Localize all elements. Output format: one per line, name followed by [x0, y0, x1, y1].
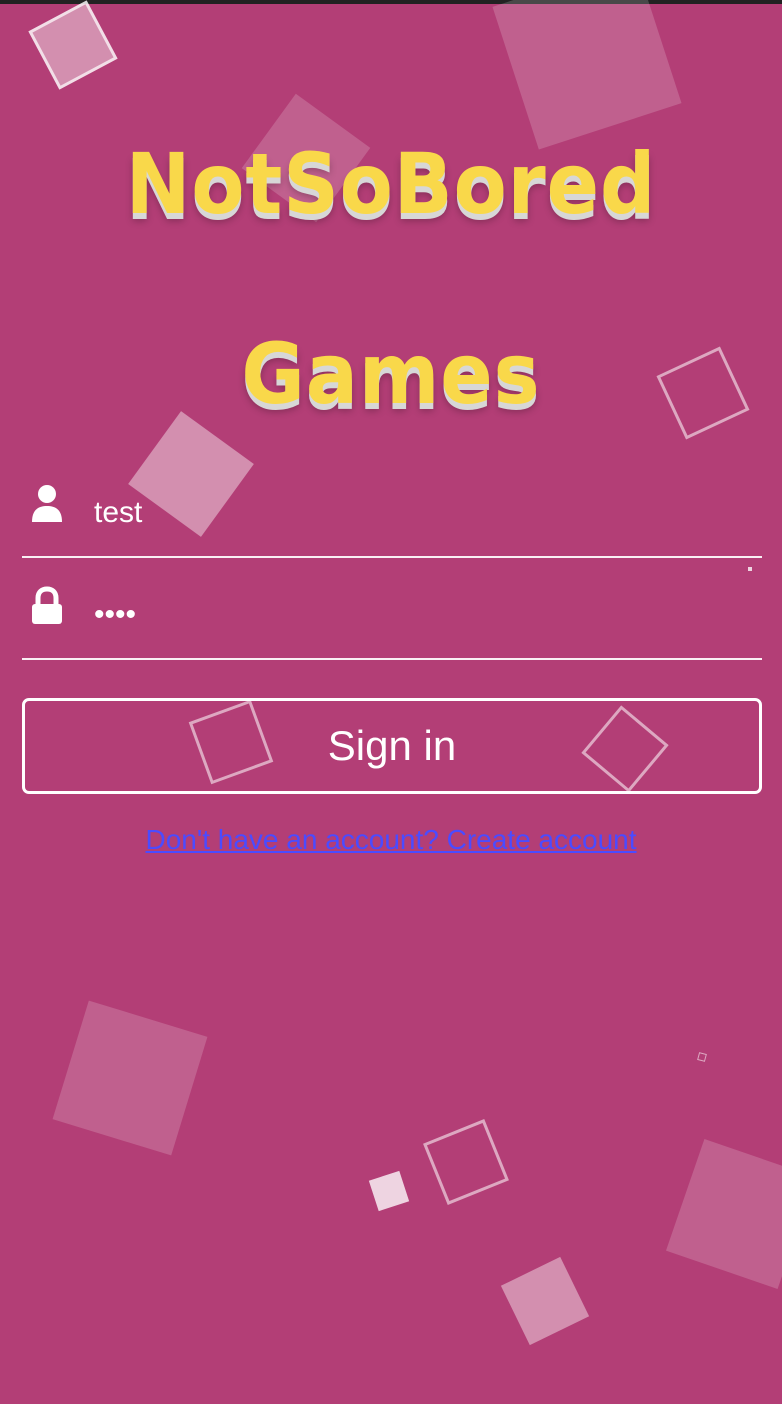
password-field [22, 578, 762, 660]
decorative-square [500, 1256, 590, 1346]
decorative-square [697, 1052, 707, 1062]
decorative-square [368, 1170, 410, 1212]
sign-in-button[interactable]: Sign in [22, 698, 762, 794]
login-screen: NotSoBored Games Sign in Don't have an a… [0, 0, 782, 1404]
decorative-square [748, 567, 752, 571]
decorative-square [492, 0, 682, 150]
user-icon [30, 484, 64, 524]
username-field [22, 476, 762, 558]
lock-icon [30, 586, 64, 626]
password-input[interactable] [92, 578, 746, 652]
decorative-square [28, 0, 118, 90]
decorative-square [423, 1119, 509, 1205]
create-account-link[interactable]: Don't have an account? Create account [0, 824, 782, 856]
username-input[interactable] [92, 476, 746, 550]
app-title-line-2: Games [241, 325, 541, 424]
decorative-square [52, 1000, 208, 1156]
decorative-square [666, 1139, 782, 1289]
app-title-line-1: NotSoBored [125, 135, 657, 234]
